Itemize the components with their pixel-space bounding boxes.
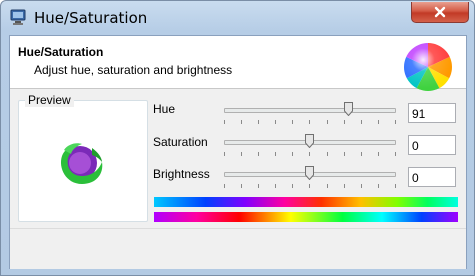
saturation-label: Saturation: [153, 135, 208, 149]
slider-tick: [394, 120, 396, 124]
brightness-label: Brightness: [153, 167, 210, 181]
slider-tick: [360, 120, 362, 124]
hue-input[interactable]: [408, 103, 456, 123]
brightness-input[interactable]: [408, 167, 456, 187]
slider-tick: [241, 152, 243, 156]
hue-spectrum-original: [154, 212, 458, 222]
window-title: Hue/Saturation: [34, 9, 148, 27]
hue-slider-ticks: [224, 120, 396, 124]
slider-tick: [258, 152, 260, 156]
dialog-client-area: Hue/Saturation Adjust hue, saturation an…: [9, 35, 467, 269]
slider-tick: [292, 120, 294, 124]
header-title: Hue/Saturation: [18, 45, 104, 59]
slider-tick: [326, 152, 328, 156]
brightness-slider-ticks: [224, 184, 396, 188]
slider-tick: [241, 184, 243, 188]
saturation-slider[interactable]: [224, 134, 396, 156]
hue-slider-thumb[interactable]: [344, 102, 354, 116]
dialog-header: Hue/Saturation Adjust hue, saturation an…: [10, 36, 466, 91]
brightness-slider[interactable]: [224, 166, 396, 188]
slider-tick: [343, 184, 345, 188]
slider-tick: [241, 120, 243, 124]
slider-tick: [292, 184, 294, 188]
slider-tick: [309, 152, 311, 156]
slider-tick: [377, 152, 379, 156]
preview-label: Preview: [25, 93, 74, 107]
slider-tick: [275, 184, 277, 188]
close-icon: [434, 6, 446, 18]
saturation-slider-ticks: [224, 152, 396, 156]
slider-tick: [275, 120, 277, 124]
dialog-footer: [10, 228, 466, 269]
hue-spectrum-shifted: [154, 197, 458, 207]
dialog-window: Hue/Saturation Hue/Saturation Adjust hue…: [0, 0, 475, 276]
slider-tick: [326, 184, 328, 188]
header-subtitle: Adjust hue, saturation and brightness: [34, 63, 233, 77]
title-bar[interactable]: Hue/Saturation: [1, 1, 474, 35]
preview-group: Preview: [18, 93, 148, 222]
slider-tick: [377, 184, 379, 188]
slider-tick: [377, 120, 379, 124]
saturation-input[interactable]: [408, 135, 456, 155]
slider-tick: [309, 184, 311, 188]
slider-tick: [343, 152, 345, 156]
slider-tick: [224, 152, 225, 156]
color-sphere-icon: [404, 43, 452, 91]
slider-tick: [343, 120, 345, 124]
slider-tick: [394, 184, 396, 188]
saturation-slider-thumb[interactable]: [305, 134, 314, 148]
slider-tick: [292, 152, 294, 156]
slider-tick: [360, 152, 362, 156]
slider-tick: [224, 120, 225, 124]
firefox-logo-icon: [60, 143, 103, 184]
hue-label: Hue: [153, 102, 176, 116]
brightness-slider-thumb[interactable]: [305, 166, 314, 180]
slider-tick: [326, 120, 328, 124]
monitor-app-icon: [10, 9, 26, 25]
slider-tick: [394, 152, 396, 156]
slider-tick: [258, 120, 260, 124]
close-button[interactable]: [411, 2, 469, 23]
hue-slider[interactable]: [224, 102, 396, 124]
slider-tick: [360, 184, 362, 188]
slider-tick: [258, 184, 260, 188]
slider-tick: [275, 152, 277, 156]
slider-tick: [224, 184, 225, 188]
slider-tick: [309, 120, 311, 124]
